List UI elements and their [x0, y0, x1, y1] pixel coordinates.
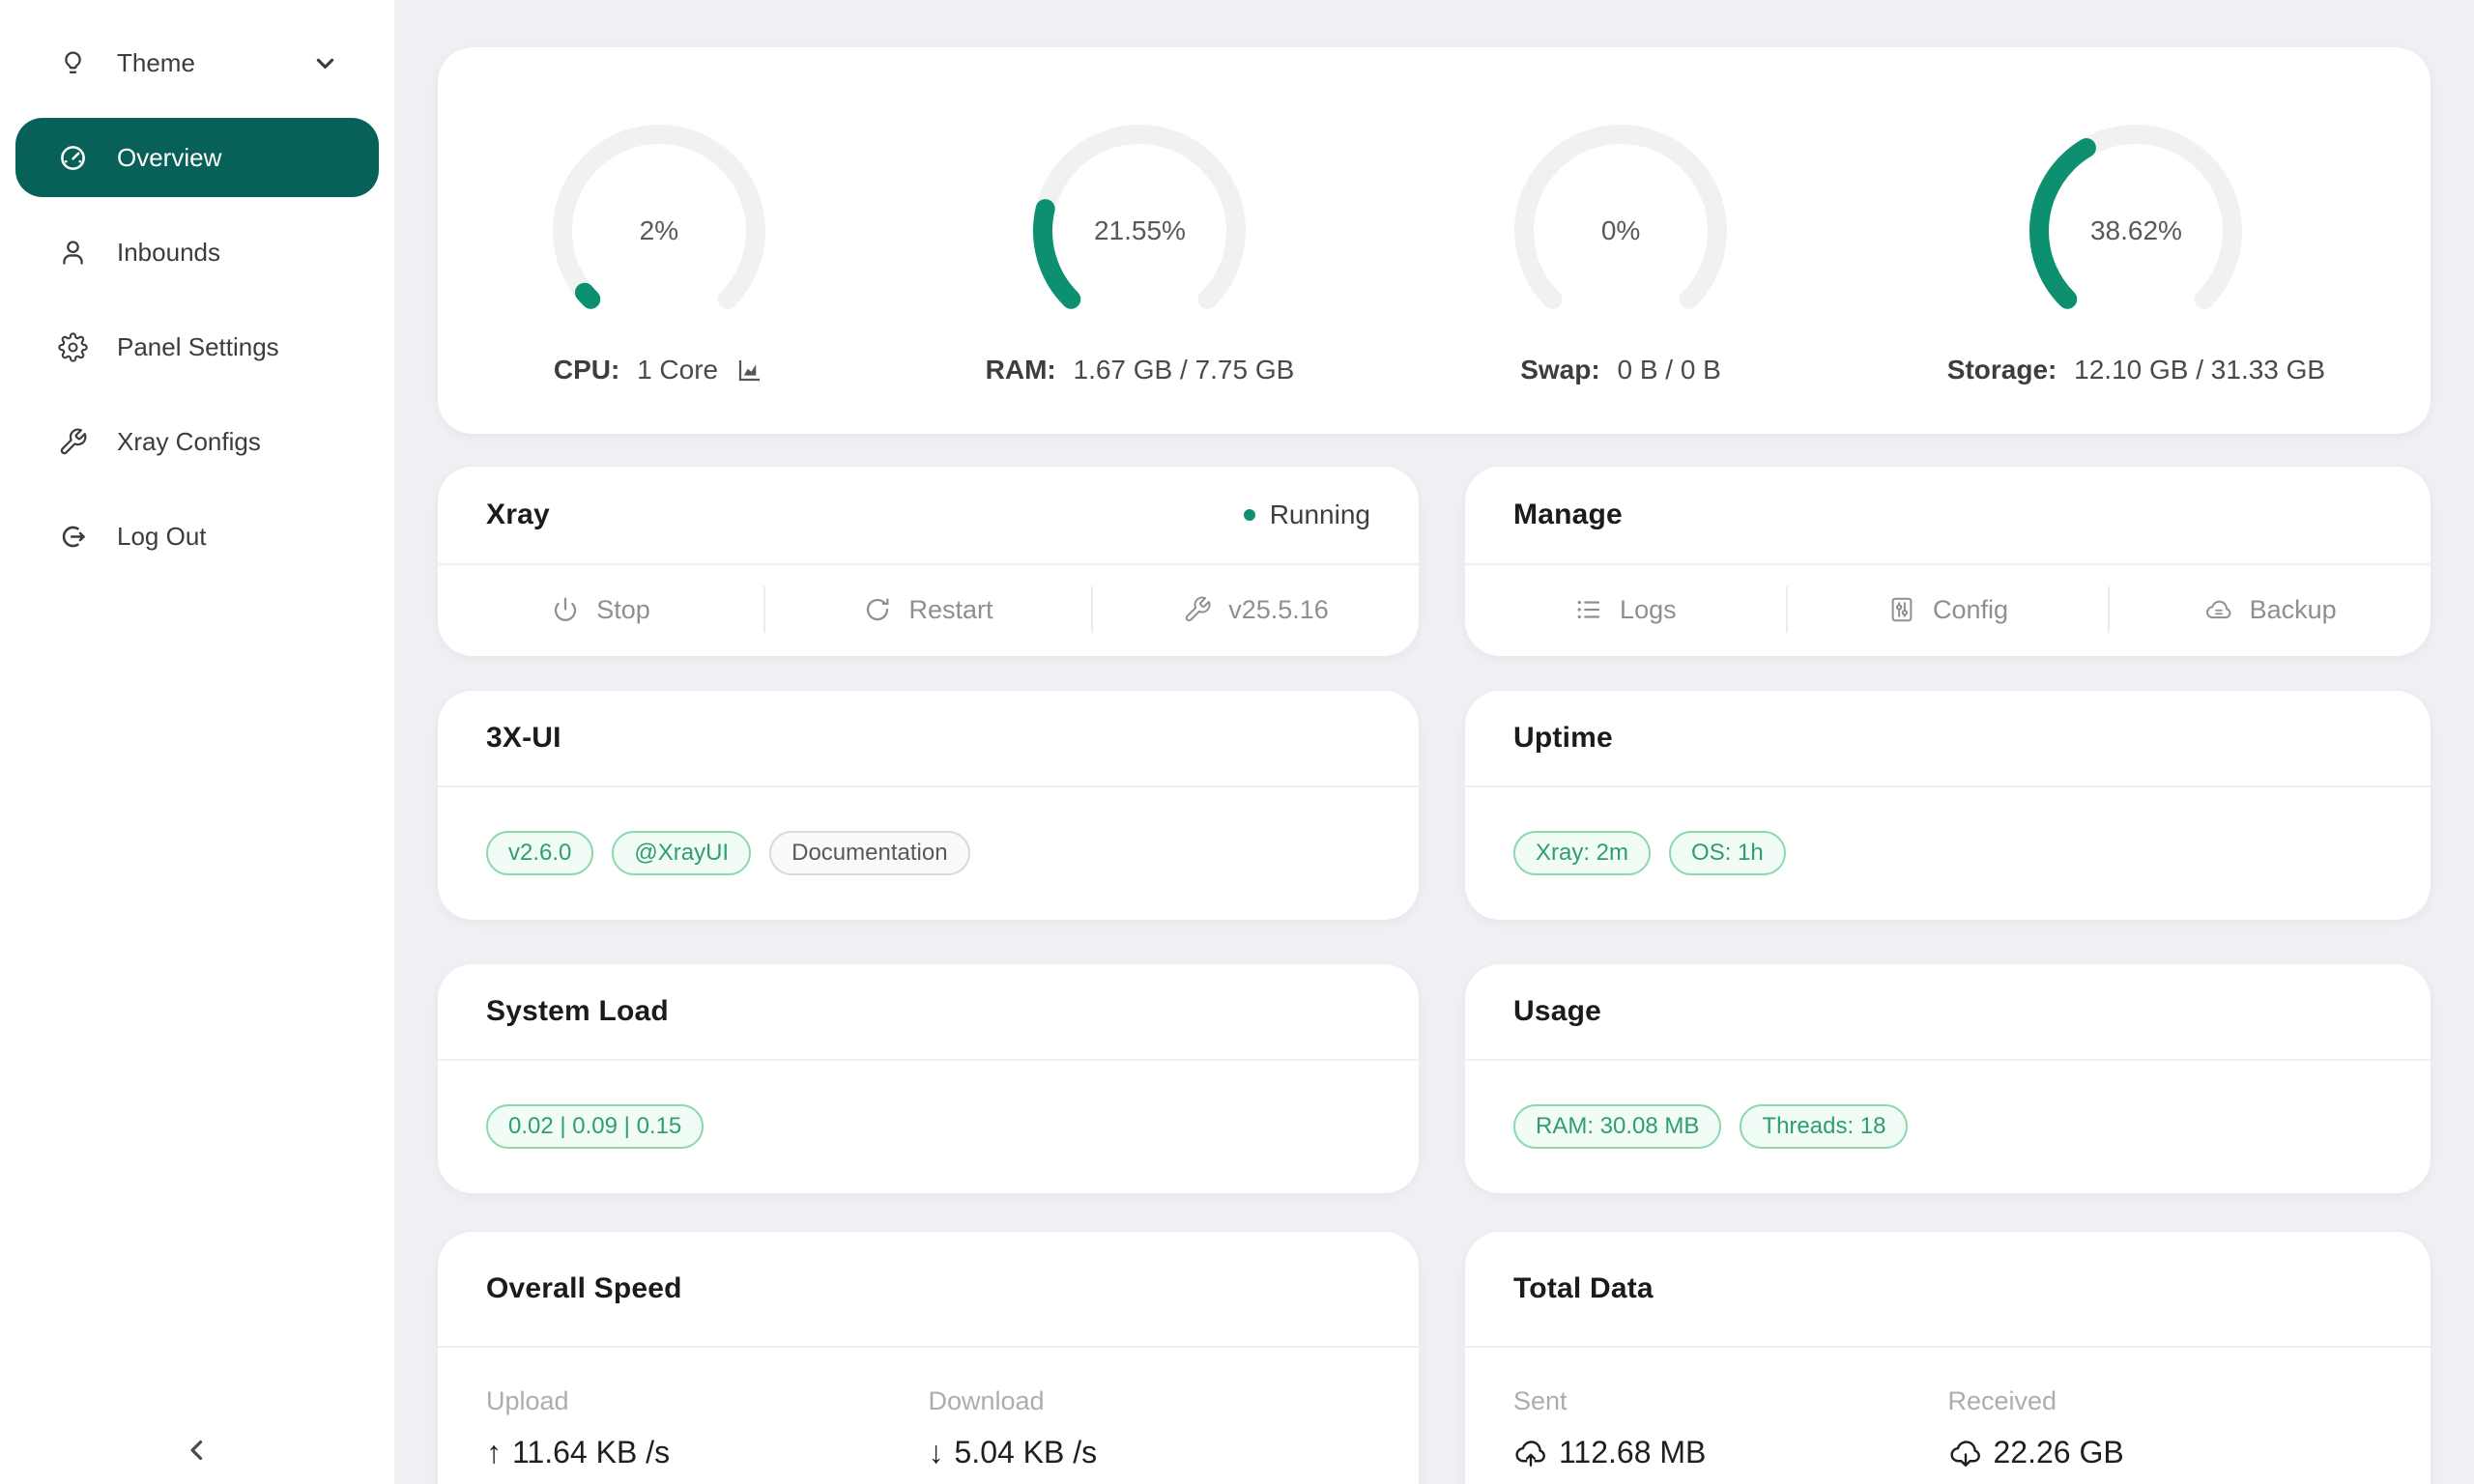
- usage-card: Usage RAM: 30.08 MB Threads: 18: [1465, 964, 2431, 1193]
- download-value: 5.04 KB /s: [955, 1435, 1098, 1470]
- sidebar-collapse-button[interactable]: [0, 1434, 394, 1467]
- xray-card-title: Xray: [486, 499, 550, 531]
- system-load-card: System Load 0.02 | 0.09 | 0.15: [438, 964, 1419, 1193]
- chevron-left-icon: [181, 1434, 214, 1467]
- xrayui-link-tag[interactable]: @XrayUI: [612, 831, 751, 875]
- dashboard-icon: [58, 143, 88, 173]
- manage-card: Manage Logs Config: [1465, 467, 2431, 656]
- total-data-card: Total Data Sent 112.68 MB Received: [1465, 1232, 2431, 1484]
- storage-percent: 38.62%: [2020, 115, 2252, 347]
- sidebar-item-logout[interactable]: Log Out: [15, 497, 379, 576]
- xui-card: 3X-UI v2.6.0 @XrayUI Documentation: [438, 691, 1419, 920]
- sidebar-item-xray-configs[interactable]: Xray Configs: [15, 402, 379, 481]
- sidebar-item-overview[interactable]: Overview: [15, 118, 379, 197]
- swap-percent: 0%: [1505, 115, 1737, 347]
- list-icon: [1574, 595, 1603, 624]
- upload-value: 11.64 KB /s: [512, 1435, 670, 1470]
- arrow-down-icon: ↓: [929, 1435, 944, 1470]
- sidebar-item-label: Log Out: [117, 522, 207, 552]
- usage-title: Usage: [1513, 995, 1601, 1028]
- xray-status: Running: [1244, 499, 1370, 530]
- stop-button[interactable]: Stop: [438, 565, 763, 654]
- ram-gauge: 21.55% RAM: 1.67 GB / 7.75 GB: [986, 115, 1295, 385]
- load-average-tag: 0.02 | 0.09 | 0.15: [486, 1104, 704, 1149]
- restart-button[interactable]: Restart: [765, 565, 1091, 654]
- cpu-label: CPU: 1 Core: [554, 355, 764, 385]
- storage-label: Storage: 12.10 GB / 31.33 GB: [1947, 355, 2325, 385]
- ram-label: RAM: 1.67 GB / 7.75 GB: [986, 355, 1295, 385]
- received-label: Received: [1948, 1386, 2383, 1416]
- overall-speed-title: Overall Speed: [486, 1272, 682, 1305]
- swap-label: Swap: 0 B / 0 B: [1520, 355, 1721, 385]
- wrench-icon: [58, 427, 88, 457]
- sidebar-item-label: Inbounds: [117, 238, 220, 268]
- download-label: Download: [929, 1386, 1371, 1416]
- reload-icon: [863, 595, 892, 624]
- xray-uptime-tag: Xray: 2m: [1513, 831, 1651, 875]
- ram-usage-tag: RAM: 30.08 MB: [1513, 1104, 1721, 1149]
- received-metric: Received 22.26 GB: [1948, 1386, 2383, 1470]
- logout-icon: [58, 522, 88, 552]
- config-button[interactable]: Config: [1788, 565, 2109, 654]
- sidebar-item-label: Xray Configs: [117, 427, 261, 457]
- overall-speed-card: Overall Speed Upload ↑ 11.64 KB /s Downl…: [438, 1232, 1419, 1484]
- logs-button[interactable]: Logs: [1465, 565, 1786, 654]
- storage-gauge: 38.62% Storage: 12.10 GB / 31.33 GB: [1947, 115, 2325, 385]
- sidebar-item-label: Overview: [117, 143, 221, 173]
- threads-tag: Threads: 18: [1740, 1104, 1908, 1149]
- bulb-icon: [58, 48, 88, 78]
- version-tag[interactable]: v2.6.0: [486, 831, 593, 875]
- documentation-link-tag[interactable]: Documentation: [769, 831, 969, 875]
- sidebar: Theme Overview Inbounds Panel Settings X…: [0, 0, 394, 1484]
- main-content: 2% CPU: 1 Core 21.55% RAM: 1.67 GB / 7.7…: [394, 0, 2474, 1484]
- system-load-title: System Load: [486, 995, 669, 1028]
- gear-icon: [58, 332, 88, 362]
- cpu-percent: 2%: [543, 115, 775, 347]
- sidebar-item-panel-settings[interactable]: Panel Settings: [15, 307, 379, 386]
- xui-card-title: 3X-UI: [486, 722, 561, 755]
- area-chart-icon[interactable]: [735, 356, 764, 385]
- status-dot: [1244, 509, 1255, 521]
- status-label: Running: [1270, 499, 1370, 530]
- sliders-icon: [1887, 595, 1916, 624]
- total-data-title: Total Data: [1513, 1272, 1654, 1305]
- os-uptime-tag: OS: 1h: [1669, 831, 1786, 875]
- user-icon: [58, 238, 88, 268]
- xray-version-button[interactable]: v25.5.16: [1093, 565, 1419, 654]
- wrench-icon: [1183, 595, 1212, 624]
- uptime-card-title: Uptime: [1513, 722, 1613, 755]
- upload-metric: Upload ↑ 11.64 KB /s: [486, 1386, 929, 1470]
- manage-card-title: Manage: [1513, 499, 1623, 531]
- ram-percent: 21.55%: [1023, 115, 1255, 347]
- backup-button[interactable]: Backup: [2110, 565, 2431, 654]
- download-metric: Download ↓ 5.04 KB /s: [929, 1386, 1371, 1470]
- uptime-card: Uptime Xray: 2m OS: 1h: [1465, 691, 2431, 920]
- sidebar-item-label: Theme: [117, 48, 195, 78]
- upload-label: Upload: [486, 1386, 929, 1416]
- cpu-gauge: 2% CPU: 1 Core: [543, 115, 775, 385]
- sent-label: Sent: [1513, 1386, 1948, 1416]
- sent-metric: Sent 112.68 MB: [1513, 1386, 1948, 1470]
- cloud-upload-icon: [1513, 1436, 1548, 1470]
- cloud-download-icon: [1948, 1436, 1983, 1470]
- sidebar-item-inbounds[interactable]: Inbounds: [15, 213, 379, 292]
- system-stats-card: 2% CPU: 1 Core 21.55% RAM: 1.67 GB / 7.7…: [438, 47, 2431, 434]
- sent-value: 112.68 MB: [1559, 1435, 1706, 1470]
- received-value: 22.26 GB: [1994, 1435, 2124, 1470]
- cloud-server-icon: [2204, 595, 2233, 624]
- xray-card: Xray Running Stop Restart: [438, 467, 1419, 656]
- chevron-down-icon: [310, 48, 340, 78]
- sidebar-item-label: Panel Settings: [117, 332, 279, 362]
- power-icon: [551, 595, 580, 624]
- sidebar-item-theme[interactable]: Theme: [15, 23, 379, 102]
- arrow-up-icon: ↑: [486, 1435, 502, 1470]
- swap-gauge: 0% Swap: 0 B / 0 B: [1505, 115, 1737, 385]
